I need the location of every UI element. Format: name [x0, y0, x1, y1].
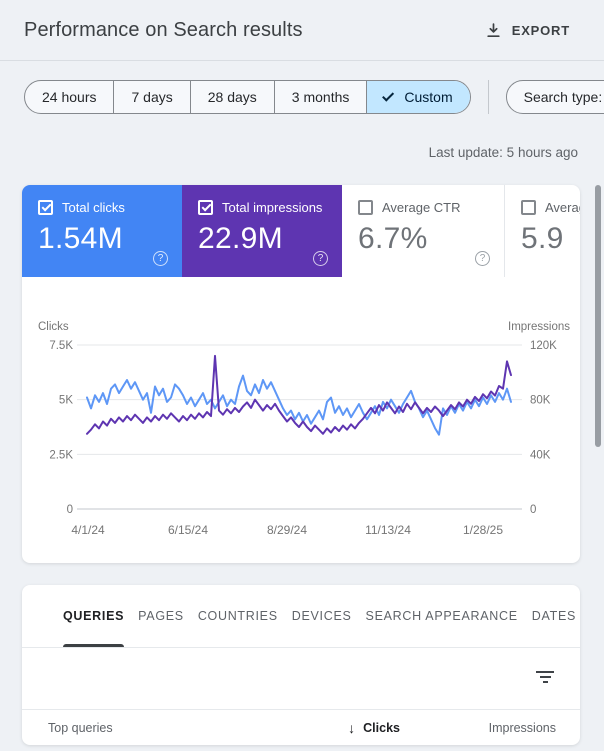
tab-pages[interactable]: PAGES	[138, 585, 184, 647]
svg-text:80K: 80K	[530, 395, 551, 407]
total-impressions-checkbox[interactable]	[198, 200, 213, 215]
tile-average-position[interactable]: Average position 5.9	[505, 185, 580, 277]
svg-text:40K: 40K	[530, 449, 551, 461]
svg-text:1/28/25: 1/28/25	[463, 523, 503, 537]
tile-average-ctr[interactable]: Average CTR 6.7% ?	[342, 185, 505, 277]
column-header-impressions[interactable]: Impressions	[400, 721, 556, 735]
filter-toolbar: 24 hours 7 days 28 days 3 months Custom Sear…	[24, 80, 604, 114]
last-update-text: Last update: 5 hours ago	[428, 145, 578, 160]
page-header: Performance on Search results EXPORT	[0, 0, 604, 61]
average-position-checkbox[interactable]	[521, 200, 536, 215]
chip-label: 28 days	[207, 89, 257, 105]
selected-check-icon	[382, 89, 395, 102]
svg-text:5K: 5K	[59, 395, 73, 407]
metric-tiles: Total clicks 1.54M ? Total impressions 2…	[22, 185, 580, 277]
tile-label: Average CTR	[382, 200, 461, 215]
svg-text:120K: 120K	[530, 340, 557, 352]
time-series-chart[interactable]: 7.5K 120K 5K 80K 2.5K 40K 0 0 Clicks Impressions 4…	[22, 277, 580, 563]
page-title: Performance on Search results	[24, 18, 303, 41]
sort-descending-icon: ↓	[348, 719, 356, 736]
search-type-label: Search type: Web	[523, 89, 604, 105]
svg-text:2.5K: 2.5K	[49, 449, 73, 461]
tile-label: Total clicks	[62, 200, 125, 215]
chip-label: Custom	[404, 89, 453, 105]
svg-text:7.5K: 7.5K	[49, 340, 73, 352]
chip-label: 3 months	[291, 89, 350, 105]
help-icon[interactable]: ?	[313, 251, 328, 266]
svg-text:8/29/24: 8/29/24	[267, 523, 307, 537]
chart-svg: 7.5K 120K 5K 80K 2.5K 40K 0 0 Clicks Impressions 4…	[38, 321, 570, 537]
date-range-chip-28-days[interactable]: 28 days	[189, 81, 274, 113]
svg-text:11/13/24: 11/13/24	[365, 523, 411, 537]
tab-queries[interactable]: QUERIES	[63, 585, 125, 647]
tile-label: Average position	[545, 200, 580, 215]
export-button[interactable]: EXPORT	[485, 0, 570, 61]
column-header-top-queries[interactable]: Top queries	[48, 721, 270, 735]
tab-dates[interactable]: DATES	[532, 585, 576, 647]
download-icon	[485, 22, 502, 39]
total-clicks-checkbox[interactable]	[38, 200, 53, 215]
svg-text:Impressions: Impressions	[508, 321, 570, 333]
tile-total-clicks[interactable]: Total clicks 1.54M ?	[22, 185, 182, 277]
toolbar-divider	[487, 80, 489, 114]
svg-text:0: 0	[67, 504, 73, 516]
svg-text:Clicks: Clicks	[38, 321, 69, 333]
svg-text:6/15/24: 6/15/24	[168, 523, 208, 537]
performance-chart-card: Total clicks 1.54M ? Total impressions 2…	[22, 185, 580, 563]
date-range-chip-7-days[interactable]: 7 days	[113, 81, 189, 113]
svg-text:0: 0	[530, 504, 536, 516]
export-label: EXPORT	[511, 23, 570, 38]
tile-total-impressions[interactable]: Total impressions 22.9M ?	[182, 185, 342, 277]
average-ctr-checkbox[interactable]	[358, 200, 373, 215]
date-range-chip-24-hours[interactable]: 24 hours	[25, 81, 113, 113]
dimension-tabs: QUERIES PAGES COUNTRIES DEVICES SEARCH APPEA…	[22, 585, 580, 648]
filter-list-icon[interactable]	[536, 671, 554, 685]
tab-search-appearance[interactable]: SEARCH APPEARANCE	[366, 585, 518, 647]
column-header-clicks-label: Clicks	[363, 720, 400, 735]
dimensions-table-card: QUERIES PAGES COUNTRIES DEVICES SEARCH APPEA…	[22, 585, 580, 745]
svg-text:4/1/24: 4/1/24	[71, 523, 105, 537]
tab-countries[interactable]: COUNTRIES	[198, 585, 278, 647]
help-icon[interactable]: ?	[153, 251, 168, 266]
date-range-chip-3-months[interactable]: 3 months	[273, 81, 367, 113]
tile-label: Total impressions	[222, 200, 323, 215]
vertical-scrollbar[interactable]	[595, 185, 601, 447]
table-filter-row	[22, 648, 580, 710]
date-range-chip-custom[interactable]: Custom	[366, 81, 470, 113]
chip-label: 7 days	[131, 89, 173, 105]
chip-label: 24 hours	[42, 89, 97, 105]
table-header-row: Top queries ↓ Clicks Impressions	[22, 710, 580, 745]
search-type-chip[interactable]: Search type: Web	[505, 80, 604, 114]
tile-value: 5.9	[521, 222, 564, 255]
date-range-chip-group: 24 hours 7 days 28 days 3 months Custom	[24, 80, 471, 114]
tab-devices[interactable]: DEVICES	[292, 585, 352, 647]
column-header-clicks[interactable]: ↓ Clicks	[270, 720, 400, 736]
help-icon[interactable]: ?	[475, 251, 490, 266]
